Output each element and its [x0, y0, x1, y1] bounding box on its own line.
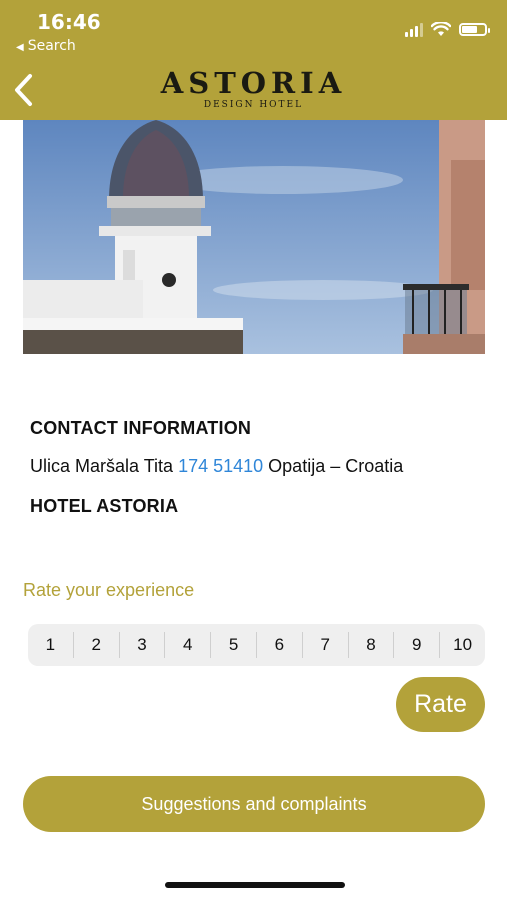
- address-city: Opatija – Croatia: [268, 456, 404, 476]
- app-header: 16:46 ◀ Search ASTORIA DESIGN HOTEL: [0, 0, 507, 120]
- back-app-label: Search: [27, 38, 76, 54]
- suggestions-complaints-button[interactable]: Suggestions and complaints: [23, 776, 485, 832]
- rating-option-9[interactable]: 9: [393, 632, 439, 658]
- back-triangle-icon: ◀: [16, 42, 24, 53]
- rate-button[interactable]: Rate: [396, 677, 485, 732]
- rating-option-1[interactable]: 1: [28, 632, 73, 658]
- hotel-address: Ulica Maršala Tita 174 51410 Opatija – C…: [30, 456, 403, 477]
- hotel-hero-image: [23, 120, 485, 354]
- wifi-icon: [431, 22, 451, 36]
- rating-option-5[interactable]: 5: [210, 632, 256, 658]
- contact-info-heading: CONTACT INFORMATION: [30, 418, 252, 438]
- rating-option-4[interactable]: 4: [164, 632, 210, 658]
- cellular-signal-icon: [405, 22, 423, 37]
- status-time: 16:46: [37, 10, 101, 34]
- hotel-name: HOTEL ASTORIA: [30, 496, 179, 516]
- rating-option-6[interactable]: 6: [255, 632, 302, 658]
- hotel-logo-subtitle: DESIGN HOTEL: [203, 100, 304, 110]
- rating-option-7[interactable]: 7: [301, 632, 348, 658]
- rating-segmented-control: 1 2 3 4 5 6 7 8 9 10: [28, 624, 485, 666]
- rate-experience-label: Rate your experience: [23, 580, 195, 600]
- rating-option-8[interactable]: 8: [347, 632, 394, 658]
- rating-option-3[interactable]: 3: [118, 632, 165, 658]
- back-to-search-link[interactable]: ◀ Search: [16, 38, 76, 54]
- rating-option-10[interactable]: 10: [439, 632, 485, 658]
- address-street: Ulica Maršala Tita: [30, 456, 174, 476]
- phone-link[interactable]: 174 51410: [178, 456, 263, 476]
- status-icons: [405, 22, 490, 37]
- hotel-logo-title: ASTORIA: [160, 66, 347, 100]
- battery-icon: [459, 23, 490, 36]
- home-indicator[interactable]: [165, 882, 345, 888]
- rating-option-2[interactable]: 2: [72, 632, 119, 658]
